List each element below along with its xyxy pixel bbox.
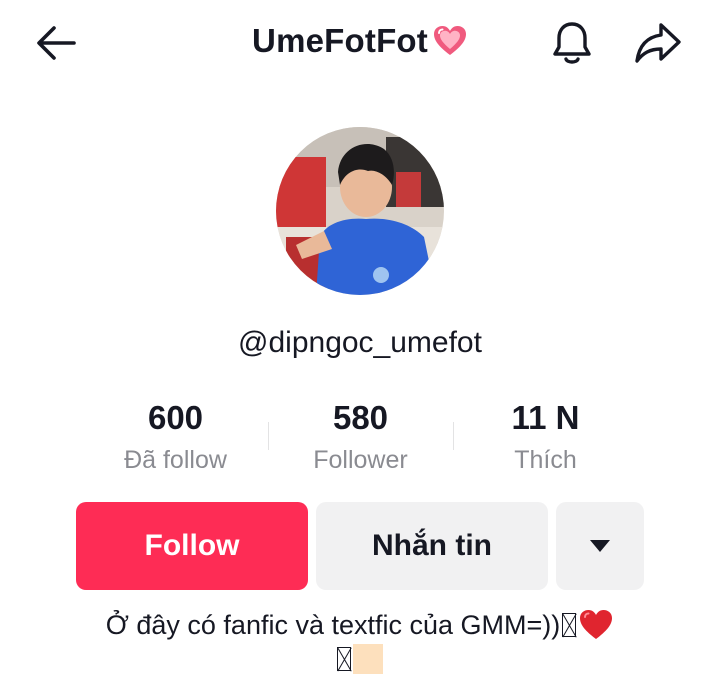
profile-stats: 600 Đã follow 580 Follower 11 N Thích	[83, 398, 638, 478]
likes-count: 11 N	[511, 399, 580, 436]
bell-icon	[553, 22, 591, 64]
bio-line-2	[0, 644, 720, 674]
more-options-button[interactable]	[556, 502, 644, 590]
share-button[interactable]	[632, 17, 684, 69]
caret-down-icon	[590, 540, 610, 552]
sparkling-heart-icon	[433, 26, 466, 55]
stat-following[interactable]: 600 Đã follow	[83, 398, 268, 480]
message-button[interactable]: Nhắn tin	[316, 502, 548, 590]
missing-glyph-icon	[562, 613, 577, 637]
bio-text: Ở đây có fanfic và textfic của GMM=))	[105, 610, 561, 640]
top-bar: UmeFotFot	[0, 0, 720, 90]
skin-tone-icon	[353, 644, 383, 674]
following-label: Đã follow	[124, 446, 227, 474]
username-handle: @dipngoc_umefot	[238, 326, 482, 359]
notification-bell-button[interactable]	[546, 17, 598, 69]
followers-label: Follower	[313, 446, 408, 474]
follow-button[interactable]: Follow	[76, 502, 308, 590]
bio: Ở đây có fanfic và textfic của GMM=))	[0, 606, 720, 674]
stat-likes[interactable]: 11 N Thích	[453, 398, 638, 480]
missing-glyph-icon	[337, 647, 351, 671]
likes-label: Thích	[514, 446, 577, 474]
page-title: UmeFotFot	[0, 22, 720, 60]
red-heart-icon	[580, 610, 613, 639]
profile-photo	[276, 127, 444, 295]
profile-name: UmeFotFot	[252, 22, 428, 59]
stat-followers[interactable]: 580 Follower	[268, 398, 453, 480]
following-count: 600	[147, 399, 204, 436]
bio-line-1: Ở đây có fanfic và textfic của GMM=))	[0, 606, 720, 644]
share-arrow-icon	[635, 23, 681, 63]
avatar[interactable]	[276, 127, 444, 295]
followers-count: 580	[332, 399, 389, 436]
